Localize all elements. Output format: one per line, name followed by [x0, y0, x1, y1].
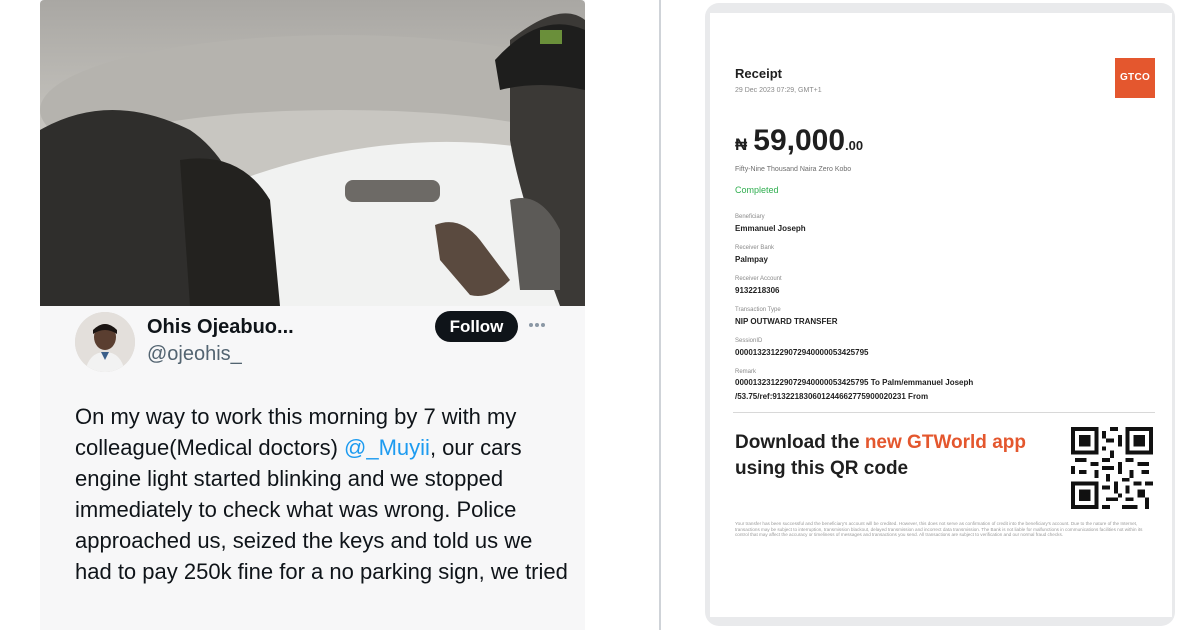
beneficiary-label: Beneficiary	[735, 214, 765, 220]
panel-divider	[659, 0, 661, 630]
receiver-account-label: Receiver Account	[735, 276, 782, 282]
status-badge: Completed	[735, 185, 779, 195]
amount-value: 59,000	[753, 124, 846, 157]
download-text-part1: Download the	[735, 432, 865, 453]
receipt-amount: ₦ 59,000.00	[735, 124, 863, 158]
tweet-text: On my way to work this morning by 7 with…	[75, 401, 575, 587]
session-id-value: 000013231229072940000053425795	[735, 348, 869, 357]
mention-link[interactable]: @_Muyii	[344, 435, 430, 460]
remark-label: Remark	[735, 369, 757, 375]
car-interior-photo	[40, 13, 585, 306]
author-handle[interactable]: @ojeohis_	[147, 343, 242, 366]
receipt-title: Receipt	[735, 66, 782, 81]
follow-button[interactable]: Follow	[435, 311, 518, 342]
author-name[interactable]: Ohis Ojeabuo...	[147, 316, 294, 339]
receipt-date: 29 Dec 2023 07:29, GMT+1	[735, 87, 822, 94]
transaction-type-value: NIP OUTWARD TRANSFER	[735, 317, 838, 326]
remark-value: 000013231229072940000053425795 To Palm/e…	[735, 378, 974, 401]
avatar-image	[75, 312, 135, 372]
transaction-type-label: Transaction Type	[735, 307, 781, 313]
author-avatar[interactable]	[75, 312, 135, 372]
disclaimer-text: Your transfer has been successful and th…	[735, 521, 1143, 538]
session-id-label: SessionID	[735, 338, 763, 344]
gtco-logo: GTCO	[1115, 58, 1155, 98]
download-prompt: Download the new GTWorld app using this …	[735, 430, 1035, 482]
receiver-bank-value: Palmpay	[735, 255, 768, 264]
receipt-divider	[733, 412, 1155, 413]
receiver-bank-label: Receiver Bank	[735, 245, 775, 251]
download-app-name: new GTWorld app	[864, 432, 1026, 453]
amount-kobo: .00	[845, 138, 864, 153]
amount-in-words: Fifty-Nine Thousand Naira Zero Kobo	[735, 166, 852, 173]
download-text-part2: using this QR code	[735, 458, 909, 479]
beneficiary-value: Emmanuel Joseph	[735, 224, 806, 233]
qr-code[interactable]	[1071, 427, 1153, 509]
receiver-account-value: 9132218306	[735, 286, 780, 295]
tweet-photo[interactable]	[40, 0, 585, 306]
currency-symbol: ₦	[735, 135, 748, 154]
more-horizontal-icon[interactable]	[528, 314, 550, 336]
